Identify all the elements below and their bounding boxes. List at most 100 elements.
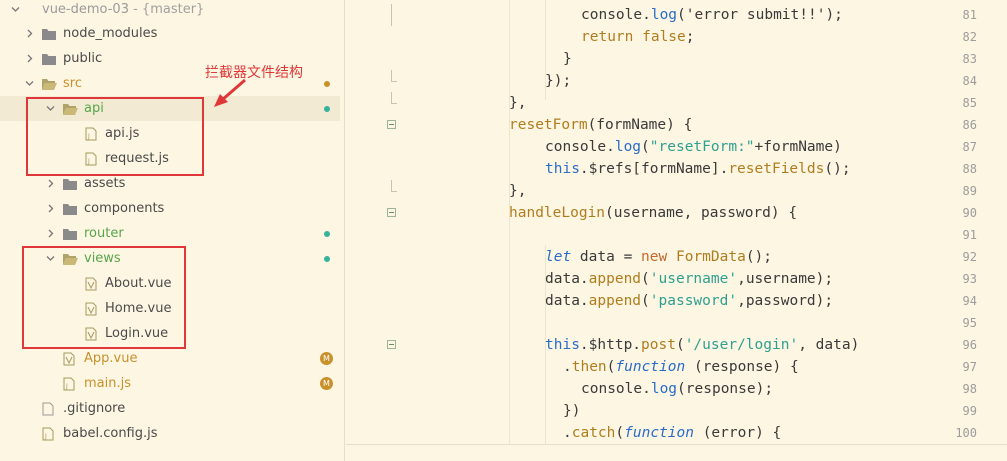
code-line: 82 return false; [346,26,1007,48]
code-line: 83 } [346,48,1007,70]
tree-item-label: components [84,201,165,216]
fold-toggle-icon[interactable] [387,208,396,217]
code-text: }, [509,183,527,199]
code-text: data.append('password',password); [545,293,834,309]
line-number: 85 [962,96,977,110]
svg-text:J: J [65,383,68,390]
git-added-dot [324,231,330,237]
chevron-right-icon[interactable] [43,221,57,246]
tree-item-gitignore[interactable]: .gitignore [0,396,340,421]
fold-end-marker [391,92,397,104]
code-line: 97 .then(function (response) { [346,356,1007,378]
tree-item-app-vue[interactable]: App.vue M [0,346,340,371]
code-text: this.$http.post('/user/login', data) [545,337,860,353]
code-line: 99 }) [346,400,1007,422]
code-text: console.log("resetForm:"+formName) [545,139,842,155]
line-number: 83 [962,52,977,66]
code-text: console.log(response); [581,381,774,397]
fold-toggle-icon[interactable] [387,340,396,349]
code-line: 94 data.append('password',password); [346,290,1007,312]
git-added-dot [324,256,330,262]
folder-icon [41,51,57,65]
line-number: 82 [962,30,977,44]
tree-item-label: App.vue [84,351,138,366]
chevron-right-icon[interactable] [43,196,57,221]
code-text: resetForm(formName) { [509,117,693,133]
code-line: 100 .catch(function (error) { [346,422,1007,444]
panel-divider[interactable] [344,0,345,461]
highlight-box-views [22,246,186,349]
code-line: 92 let data = new FormData(); [346,246,1007,268]
git-modified-badge: M [320,352,333,365]
code-line: 96 this.$http.post('/user/login', data) [346,334,1007,356]
line-number: 86 [962,118,977,132]
line-number: 100 [955,426,977,440]
folder-icon [62,226,78,240]
tree-item-router[interactable]: router [0,221,340,246]
tree-item-label: .gitignore [63,401,126,416]
chevron-right-icon[interactable] [22,21,36,46]
code-line: 88 this.$refs[formName].resetFields(); [346,158,1007,180]
code-line: 84 }); [346,70,1007,92]
code-text: this.$refs[formName].resetFields(); [545,161,851,177]
annotation-arrow-icon [214,78,246,107]
code-text: }) [563,403,581,419]
tree-item-label: router [84,226,124,241]
chevron-down-icon[interactable] [22,71,36,96]
folder-icon [62,201,78,215]
tree-item-label: public [63,51,103,66]
code-line: 81 console.log('error submit!!'); [346,4,1007,26]
code-text: }, [509,95,527,111]
code-text: handleLogin(username, password) { [509,205,798,221]
tree-item-label: assets [84,176,126,191]
code-text: .catch(function (error) { [563,425,782,441]
code-line: 85 }, [346,92,1007,114]
code-line: 86 resetForm(formName) { [346,114,1007,136]
line-number: 99 [962,404,977,418]
line-number: 88 [962,162,977,176]
chevron-right-icon[interactable] [22,46,36,71]
file-explorer: vue-demo-03 - {master} node_modules publ… [0,0,340,461]
project-root-row[interactable]: vue-demo-03 - {master} [0,0,340,22]
tree-item-label: node_modules [63,26,158,41]
line-number: 87 [962,140,977,154]
fold-toggle-icon[interactable] [387,120,396,129]
code-text: .then(function (response) { [563,359,799,375]
highlight-box-api [26,97,204,176]
code-line: 98 console.log(response); [346,378,1007,400]
folder-icon [41,26,57,40]
code-text: let data = new FormData(); [545,249,773,265]
chevron-down-icon[interactable] [8,0,22,22]
tree-item-node-modules[interactable]: node_modules [0,21,340,46]
tree-item-babel-config-js[interactable]: J babel.config.js [0,421,340,446]
file-icon [41,401,57,416]
line-number: 93 [962,272,977,286]
js-file-icon: J [41,426,57,441]
git-modified-dot [324,81,330,87]
code-text: } [563,51,572,67]
code-line: 93 data.append('username',username); [346,268,1007,290]
js-file-icon: J [62,376,78,391]
tree-item-main-js[interactable]: J main.js M [0,371,340,396]
fold-guide [391,4,397,26]
code-text: return false; [581,29,695,45]
code-line: 95 [346,312,1007,334]
line-number: 95 [962,316,977,330]
git-branch-label: - {master} [128,2,205,17]
git-added-dot [324,106,330,112]
tree-item-label: main.js [84,376,131,391]
git-modified-badge: M [320,377,333,390]
code-editor[interactable]: 81 console.log('error submit!!'); 82 ret… [346,0,1007,461]
code-line: 87 console.log("resetForm:"+formName) [346,136,1007,158]
tree-item-label: babel.config.js [63,426,158,441]
tree-item-components[interactable]: components [0,196,340,221]
line-number: 81 [962,8,977,22]
svg-text:J: J [44,433,47,440]
code-line: 91 [346,224,1007,246]
line-number: 94 [962,294,977,308]
fold-end-marker [391,180,397,192]
vue-file-icon [62,351,78,366]
line-number: 90 [962,206,977,220]
project-root-label: vue-demo-03 - {master} [42,2,205,17]
line-number: 96 [962,338,977,352]
